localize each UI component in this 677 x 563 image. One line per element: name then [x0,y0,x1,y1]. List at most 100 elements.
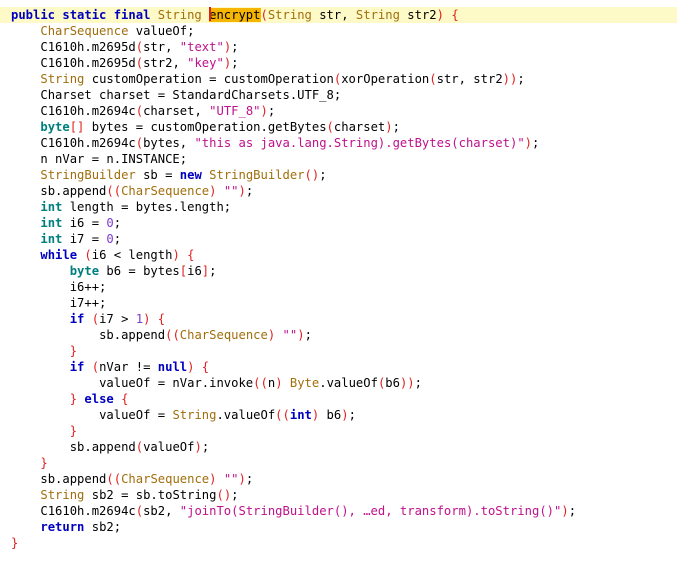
code-token: "this as java.lang.String).getBytes(char… [194,136,525,150]
code-line-text: } [11,535,18,551]
code-line[interactable]: StringBuilder sb = new StringBuilder(); [0,167,677,183]
code-token: ( [135,40,144,54]
code-token: charset, [143,104,210,118]
code-line[interactable]: if (nVar != null) { [0,359,677,375]
code-line[interactable]: C1610h.m2694c(charset, "UTF_8"); [0,103,677,119]
code-line-text: int length = bytes.length; [11,199,231,215]
code-token: String [157,8,210,22]
code-token: while [40,248,85,262]
code-token: CharSequence [121,184,210,198]
code-token: return [40,520,92,534]
code-line[interactable]: return sb2; [0,519,677,535]
code-line[interactable]: C1610h.m2695d(str2, "key"); [0,55,677,71]
code-line[interactable]: i7++; [0,295,677,311]
code-token: sb.append [40,472,107,486]
code-line[interactable]: i6++; [0,279,677,295]
code-line-text: int i6 = 0; [11,215,121,231]
code-line[interactable]: Charset charset = StandardCharsets.UTF_8… [0,87,677,103]
code-token: ; [392,120,400,134]
code-editor[interactable]: public static final String encrypt(Strin… [0,0,677,563]
code-line-text: C1610h.m2694c(sb2, "joinTo(StringBuilder… [11,503,576,519]
code-line-text: i7++; [11,295,107,311]
code-token: ; [209,264,217,278]
code-line[interactable]: String sb2 = sb.toString(); [0,487,677,503]
code-line[interactable]: C1610h.m2694c(sb2, "joinTo(StringBuilder… [0,503,677,519]
code-line[interactable]: public static final String encrypt(Strin… [0,7,677,23]
code-line[interactable]: sb.append(valueOf); [0,439,677,455]
code-line[interactable]: String customOperation = customOperation… [0,71,677,87]
code-line-text: return sb2; [11,519,121,535]
code-token: int [40,216,70,230]
code-token: int [289,408,312,422]
code-token: CharSequence [179,328,268,342]
code-line[interactable]: } [0,455,677,471]
code-token: customOperation = customOperation [91,72,334,86]
code-token: { [121,392,129,406]
code-token: length = bytes.length; [69,200,232,214]
code-line[interactable]: valueOf = nVar.invoke((n) Byte.valueOf(b… [0,375,677,391]
code-line[interactable]: sb.append((CharSequence) ""); [0,471,677,487]
code-line[interactable]: C1610h.m2695d(str, "text"); [0,39,677,55]
code-line[interactable]: } [0,423,677,439]
code-token: n nVar = n.INSTANCE; [40,152,188,166]
code-line[interactable]: sb.append((CharSequence) ""); [0,327,677,343]
code-line-text: public static final String encrypt(Strin… [11,7,459,23]
code-token: i6 < length [91,248,173,262]
code-line[interactable]: sb.append((CharSequence) ""); [0,183,677,199]
code-token: ; [231,40,239,54]
code-token: ( [326,120,334,134]
code-line[interactable]: while (i6 < length) { [0,247,677,263]
code-token: ) [260,104,268,118]
code-line-text: String customOperation = customOperation… [11,71,524,87]
code-token: ) [238,184,246,198]
code-line-text: StringBuilder sb = new StringBuilder(); [11,167,326,183]
code-line[interactable]: if (i7 > 1) { [0,311,677,327]
code-line[interactable]: CharSequence valueOf; [0,23,677,39]
code-line-text: sb.append((CharSequence) ""); [11,183,253,199]
code-token: (( [106,184,122,198]
code-token: public static final [11,8,158,22]
code-token: () [304,168,320,182]
code-token: else [84,392,122,406]
code-token: ( [135,504,144,518]
code-line-text: if (i7 > 1) { [11,311,165,327]
code-token: null [157,360,188,374]
code-token: sb.append [69,440,136,454]
code-token: "key" [187,56,224,70]
code-token: ; [532,136,540,150]
code-token: nVar != [99,360,158,374]
code-token: i6++; [69,280,107,294]
code-line-text: int i7 = 0; [11,231,121,247]
code-line[interactable]: int i6 = 0; [0,215,677,231]
code-line[interactable]: } else { [0,391,677,407]
code-token: ) [297,328,305,342]
code-line[interactable]: int length = bytes.length; [0,199,677,215]
code-token: } [11,536,19,550]
code-line[interactable]: byte[] bytes = customOperation.getBytes(… [0,119,677,135]
code-line[interactable]: C1610h.m2694c(bytes, "this as java.lang.… [0,135,677,151]
code-line[interactable]: } [0,343,677,359]
code-token: ) [385,120,393,134]
code-line[interactable]: valueOf = String.valueOf((int) b6); [0,407,677,423]
code-line[interactable]: byte b6 = bytes[i6]; [0,263,677,279]
code-token: charset [333,120,386,134]
code-token: b6 [385,376,400,390]
code-token: String [267,8,320,22]
code-line[interactable]: n nVar = n.INSTANCE; [0,151,677,167]
code-token: if [69,360,92,374]
code-token: String [172,408,217,422]
code-line-text: valueOf = String.valueOf((int) b6); [11,407,356,423]
code-line-text: n nVar = n.INSTANCE; [11,151,187,167]
code-line[interactable]: int i7 = 0; [0,231,677,247]
code-token: C1610h.m2694c [40,504,136,518]
code-token: valueOf = [99,408,173,422]
code-line[interactable]: } [0,535,677,551]
code-token: i6 = [69,216,107,230]
text-cursor [209,7,212,21]
code-token: sb = [143,168,180,182]
code-token: C1610h.m2695d [40,56,136,70]
code-token: "" [223,472,239,486]
code-token: ) [524,136,532,150]
code-token: String [40,488,92,502]
